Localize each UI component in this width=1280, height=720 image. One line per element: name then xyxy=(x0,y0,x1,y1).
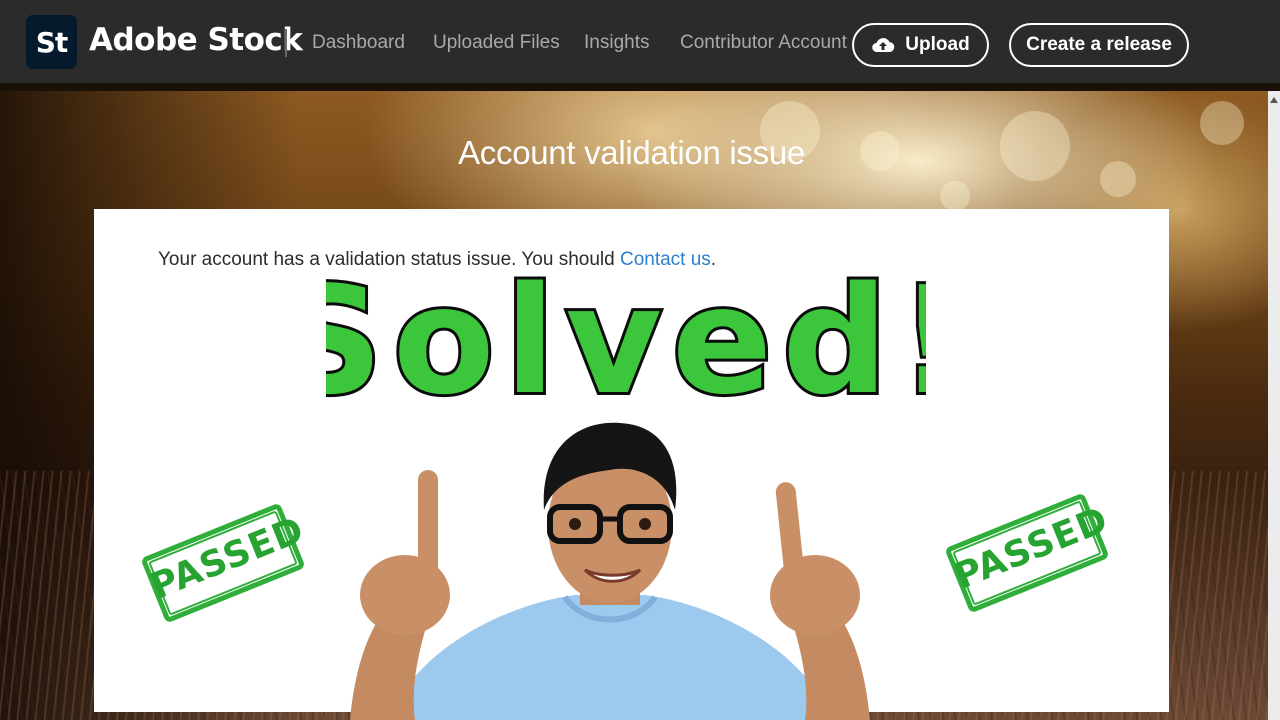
solved-text: Solved! xyxy=(326,270,926,420)
create-release-label: Create a release xyxy=(1026,34,1172,55)
bokeh-light xyxy=(940,181,970,211)
right-eye xyxy=(639,518,651,530)
solved-headline: Solved! xyxy=(326,270,926,420)
page-title: Account validation issue xyxy=(458,134,805,171)
brand-name[interactable]: Adobe Stock xyxy=(89,22,303,58)
upload-button[interactable]: Upload xyxy=(852,23,989,67)
message-period: . xyxy=(710,249,717,270)
adobe-stock-logo[interactable]: St xyxy=(26,15,77,69)
nav-contributor-account[interactable]: Contributor Account xyxy=(680,32,847,54)
upload-label: Upload xyxy=(905,34,970,55)
nav-insights[interactable]: Insights xyxy=(584,32,649,54)
left-eye xyxy=(569,518,581,530)
message-text: Your account has a validation status iss… xyxy=(158,249,620,270)
validation-message: Your account has a validation status iss… xyxy=(158,249,716,271)
blue-shirt xyxy=(390,595,830,720)
top-nav-bar: St Adobe Stock Dashboard Uploaded Files … xyxy=(0,0,1280,83)
nav-divider xyxy=(285,29,287,57)
create-release-button[interactable]: Create a release xyxy=(1009,23,1189,67)
cloud-upload-icon xyxy=(872,38,895,53)
scroll-up-arrow-icon[interactable] xyxy=(1270,97,1278,103)
nav-dashboard[interactable]: Dashboard xyxy=(312,32,405,54)
nav-uploaded-files[interactable]: Uploaded Files xyxy=(433,32,560,54)
contact-us-link[interactable]: Contact us xyxy=(620,249,711,270)
right-hand xyxy=(770,555,860,635)
presenter-photo xyxy=(350,422,870,720)
left-pointing-finger xyxy=(418,470,438,580)
logo-text: St xyxy=(35,25,69,59)
right-pointing-finger xyxy=(775,482,805,582)
scrollbar-track[interactable] xyxy=(1268,91,1280,720)
